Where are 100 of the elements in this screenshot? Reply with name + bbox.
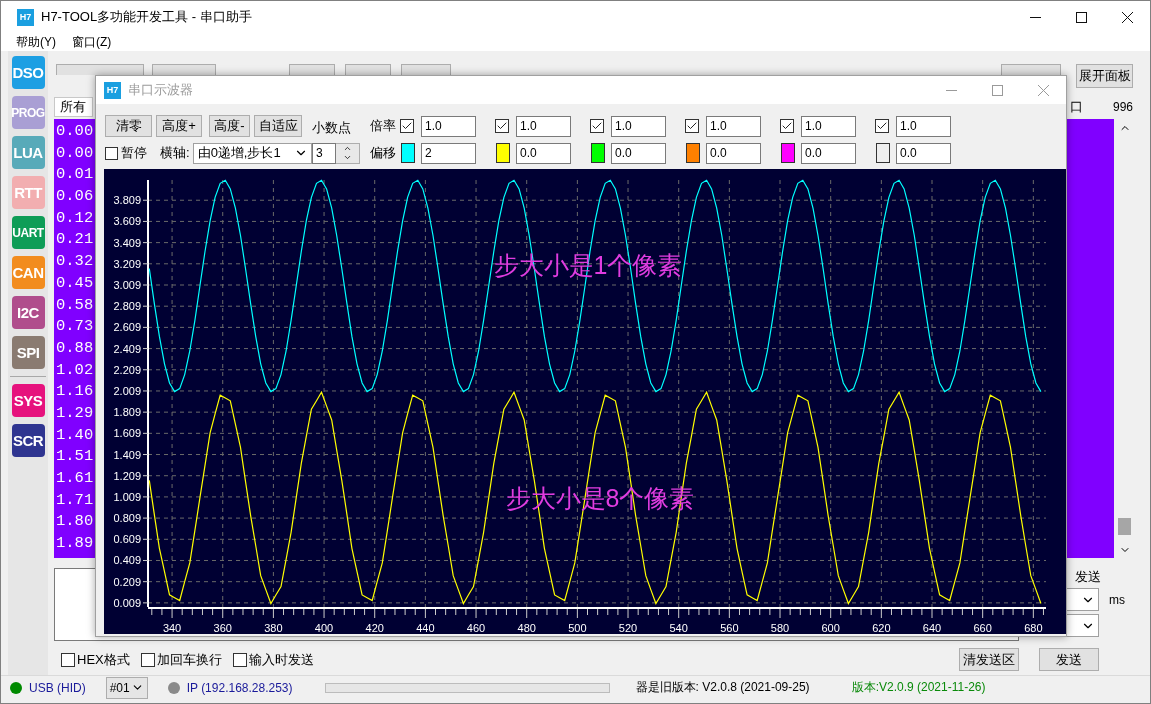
maximize-icon: [991, 84, 1003, 96]
y-tick-label: 3.009: [113, 279, 141, 291]
scope-button[interactable]: 清零: [105, 115, 152, 137]
scale-field[interactable]: 1.0: [516, 115, 571, 137]
scope-button[interactable]: 高度-: [209, 115, 250, 137]
offset-field[interactable]: 0.0: [611, 142, 666, 164]
y-tick-label: 2.809: [113, 300, 141, 313]
send-button[interactable]: 发送: [1039, 648, 1099, 671]
checkbox[interactable]: [495, 119, 509, 133]
checkbox[interactable]: [400, 119, 414, 133]
scale-field[interactable]: 1.0: [801, 115, 856, 137]
scale-field[interactable]: 1.0: [706, 115, 761, 137]
checkbox[interactable]: [780, 119, 794, 133]
data-line: 0.00: [56, 142, 94, 164]
x-tick-label: 420: [365, 622, 384, 634]
color-swatch[interactable]: [781, 143, 795, 163]
y-tick-label: 1.809: [113, 406, 141, 419]
unit-label: ms: [1109, 592, 1125, 607]
y-tick-label: 2.609: [113, 321, 141, 334]
tool-tab[interactable]: I2C: [11, 296, 45, 329]
data-line: 0.12: [56, 207, 94, 229]
x-tick-label: 380: [264, 622, 283, 634]
color-swatch[interactable]: [591, 143, 605, 163]
y-tick-label: 1.209: [113, 469, 141, 482]
checkbox-label: 暂停: [121, 144, 147, 162]
status-text: IP (192.168.28.253): [186, 680, 293, 695]
version-text: 版本:V2.0.9 (2021-11-26): [851, 679, 986, 696]
x-tick-label: 340: [162, 622, 182, 634]
axis-dropdown[interactable]: 由0递增,步长1: [192, 142, 312, 164]
data-line: 1.89: [56, 533, 94, 555]
data-line: 1.40: [56, 424, 94, 446]
data-line: 0.58: [56, 294, 94, 316]
offset-field[interactable]: 0.0: [801, 142, 856, 164]
y-tick-label: 0.209: [113, 575, 141, 588]
data-line: 0.88: [56, 337, 94, 359]
clear-send-button[interactable]: 清发送区: [959, 648, 1019, 671]
checkbox[interactable]: [685, 119, 699, 133]
tool-tab[interactable]: SCR: [11, 424, 45, 457]
color-swatch[interactable]: [686, 143, 700, 163]
checkbox[interactable]: [61, 652, 75, 667]
x-tick-label: 360: [213, 622, 232, 634]
x-tick-label: 600: [821, 622, 840, 634]
decimals-field[interactable]: 3: [312, 142, 336, 164]
offset-field[interactable]: 0.0: [516, 142, 571, 164]
close-icon: [1037, 84, 1049, 96]
scale-field[interactable]: 1.0: [421, 115, 476, 137]
checkbox[interactable]: [875, 119, 889, 133]
x-tick-label: 480: [517, 622, 536, 634]
data-line: 0.21: [56, 229, 94, 251]
data-line: 0.73: [56, 316, 94, 338]
y-tick-label: 3.209: [113, 257, 141, 270]
y-tick-label: 3.409: [113, 236, 141, 249]
color-swatch[interactable]: [496, 143, 510, 163]
window-title: 串口示波器: [128, 81, 193, 99]
scale-label: 倍率: [370, 117, 397, 135]
checkbox[interactable]: [140, 652, 155, 667]
y-tick-label: 3.609: [113, 215, 141, 228]
axis-label: 横轴:: [160, 144, 190, 162]
color-swatch[interactable]: [876, 143, 890, 163]
offset-field[interactable]: 0.0: [896, 142, 951, 164]
data-line: 0.32: [56, 251, 94, 273]
toolbar-button[interactable]: 展开面板: [1076, 64, 1133, 88]
status-text: USB (HID): [29, 680, 86, 695]
filter-dropdown[interactable]: 所有: [54, 97, 93, 117]
y-tick-label: 1.009: [113, 490, 141, 503]
data-line: 0.06: [56, 186, 94, 208]
scope-button[interactable]: 高度+: [156, 115, 202, 137]
offset-field[interactable]: 0.0: [706, 142, 761, 164]
x-tick-label: 660: [973, 622, 992, 634]
offset-label: 偏移: [370, 144, 397, 162]
menu-item[interactable]: 帮助(Y): [9, 33, 63, 51]
menu-item[interactable]: 窗口(Z): [65, 33, 119, 51]
data-line: 1.02: [56, 359, 94, 381]
offset-field[interactable]: 2: [421, 142, 476, 164]
option-label: 口: [1069, 98, 1083, 116]
tool-tab[interactable]: SPI: [11, 336, 45, 369]
x-tick-label: 620: [872, 622, 891, 634]
y-tick-label: 0.409: [113, 554, 141, 567]
checkbox[interactable]: [105, 146, 118, 160]
checkbox[interactable]: [590, 119, 604, 133]
scroll-thumb[interactable]: [1118, 518, 1131, 535]
tool-tab[interactable]: SYS: [11, 384, 45, 417]
color-swatch[interactable]: [401, 143, 415, 163]
checkbox[interactable]: [232, 652, 247, 667]
scope-button[interactable]: 自适应: [254, 115, 302, 137]
port-dropdown[interactable]: #01: [105, 676, 148, 699]
checkbox-label: 加回车换行: [156, 650, 222, 669]
maximize-icon: [1075, 11, 1087, 23]
decimals-label: 小数点: [312, 119, 352, 137]
port-dropdown[interactable]: [1065, 614, 1099, 637]
scale-field[interactable]: 1.0: [896, 115, 951, 137]
checkbox-label: HEX格式: [77, 650, 130, 669]
scale-field[interactable]: 1.0: [611, 115, 666, 137]
data-line: 1.16: [56, 381, 94, 403]
app-logo: H7: [17, 8, 34, 26]
data-line: 1.29: [56, 402, 94, 424]
tool-tab[interactable]: UART: [11, 216, 45, 249]
x-tick-label: 540: [669, 622, 688, 634]
interval-dropdown[interactable]: [1065, 588, 1099, 611]
window-title: H7-TOOL多功能开发工具 - 串口助手: [41, 8, 252, 26]
